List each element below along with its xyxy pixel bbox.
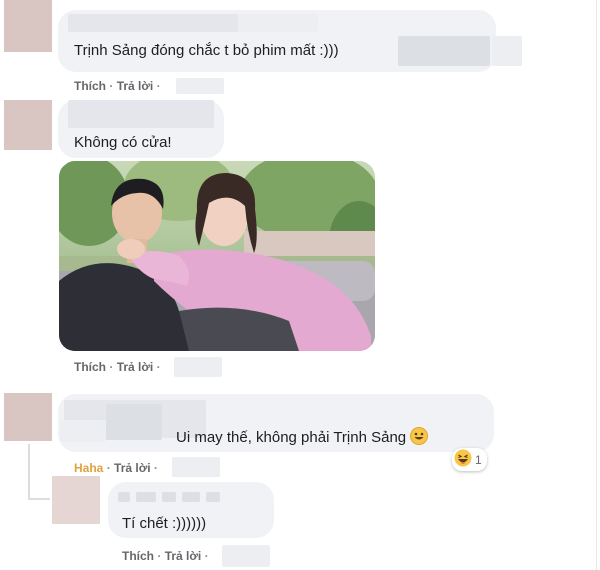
right-edge-divider (596, 0, 597, 570)
separator-dot: · (109, 360, 117, 374)
reply-button[interactable]: Trả lời (165, 549, 202, 563)
comment-actions: Thích · Trả lời · (74, 359, 161, 375)
blurred-replier-name[interactable] (118, 492, 130, 502)
comment-text: Trịnh Sảng đóng chắc t bỏ phim mất :))) (74, 42, 339, 59)
reaction-count: 1 (475, 452, 482, 467)
blurred-replier-name[interactable] (136, 492, 156, 502)
reply-button[interactable]: Trả lời (114, 461, 151, 475)
blurred-commenter-name[interactable] (68, 14, 238, 32)
reply-text: Tí chết :)))))) (122, 515, 207, 532)
haha-icon (454, 449, 472, 470)
thread-connector (28, 498, 50, 500)
separator-dot: · (106, 461, 115, 475)
comment-text: Ui may thế, không phải Trịnh Sảng (176, 427, 429, 451)
blurred-timestamp (176, 78, 224, 94)
blurred-comment-text (398, 36, 490, 66)
blurred-replier-name[interactable] (206, 492, 220, 502)
commenter-avatar[interactable] (4, 393, 52, 441)
blurred-commenter-name[interactable] (68, 100, 214, 128)
blurred-commenter-name[interactable] (238, 14, 318, 32)
blurred-commenter-name[interactable] (106, 404, 162, 440)
separator-dot: · (156, 360, 161, 374)
blurred-comment-text (60, 420, 106, 442)
comment-actions: Haha · Trả lời · (74, 460, 158, 476)
reply-button[interactable]: Trả lời (117, 79, 154, 93)
reply-button[interactable]: Trả lời (117, 360, 154, 374)
separator-dot: · (204, 549, 209, 563)
blurred-timestamp (172, 457, 220, 477)
blurred-replier-name[interactable] (162, 492, 176, 502)
reaction-summary[interactable]: 1 (452, 448, 487, 471)
blurred-timestamp (174, 357, 222, 377)
like-button[interactable]: Thích (122, 549, 154, 563)
separator-dot: · (156, 79, 161, 93)
replier-avatar[interactable] (52, 476, 100, 524)
separator-dot: · (157, 549, 165, 563)
haha-reaction-button[interactable]: Haha (74, 461, 103, 475)
separator-dot: · (109, 79, 117, 93)
comment-actions: Thích · Trả lời · (74, 78, 161, 94)
like-button[interactable]: Thích (74, 79, 106, 93)
comment-text-content: Ui may thế, không phải Trịnh Sảng (176, 429, 407, 446)
commenter-avatar[interactable] (4, 100, 52, 150)
separator-dot: · (153, 461, 158, 475)
comment-text: Không có cửa! (74, 134, 172, 151)
blurred-replier-name[interactable] (182, 492, 200, 502)
thread-connector (28, 444, 30, 500)
blurred-comment-text (492, 36, 522, 66)
blurred-timestamp (222, 545, 270, 567)
reply-actions: Thích · Trả lời · (122, 548, 209, 564)
drama-still-couple-photo (59, 161, 375, 351)
grinning-face-icon (410, 427, 429, 451)
comment-photo[interactable] (59, 161, 375, 351)
like-button[interactable]: Thích (74, 360, 106, 374)
commenter-avatar[interactable] (4, 0, 52, 52)
